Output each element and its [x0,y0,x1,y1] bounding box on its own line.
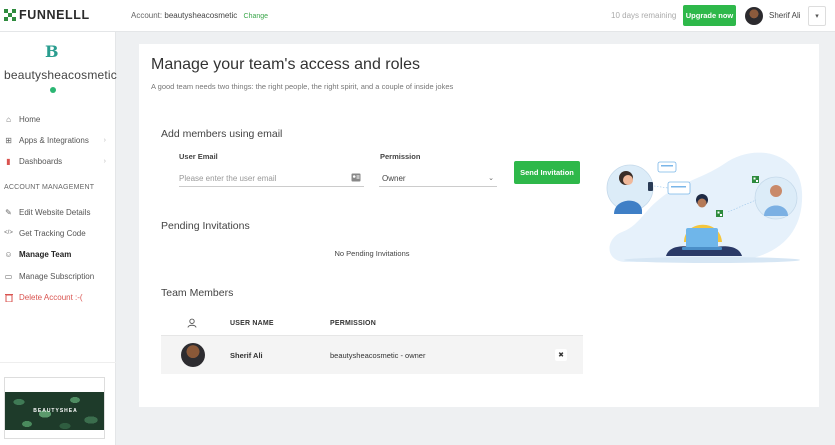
sidebar-item-edit-website-details[interactable]: ✎ Edit Website Details [4,205,112,219]
sidebar-item-label: Delete Account :-( [19,292,83,302]
preview-header [5,378,104,392]
sidebar-item-get-tracking-code[interactable]: </> Get Tracking Code [4,226,112,240]
sidebar-divider [0,362,116,363]
table-header-row: USER NAME PERMISSION [161,312,583,336]
send-invitation-button[interactable]: Send Invitation [514,161,580,184]
sidebar: B beautysheacosmetic ⌂ Home ⊞ Apps & Int… [0,32,117,445]
sidebar-item-manage-team[interactable]: ☺ Manage Team [4,247,112,261]
column-header-user-name: USER NAME [230,320,274,327]
chevron-right-icon: › [103,136,106,144]
status-dot [50,87,56,93]
team-icon: ☺ [4,249,13,259]
brand-logo-icon: B [45,42,59,61]
user-menu-dropdown[interactable]: ▾ [808,6,826,26]
team-illustration [606,152,803,263]
sidebar-item-delete-account[interactable]: Delete Account :-( [4,290,112,304]
sidebar-item-label: Edit Website Details [19,207,91,217]
table-row: Sherif Ali beautysheacosmetic - owner ✖ [161,336,583,374]
account-selector: Account: beautysheacosmetic Change [131,11,268,20]
user-email-label: User Email [179,152,218,161]
contact-card-icon[interactable] [351,173,361,184]
sidebar-item-manage-subscription[interactable]: ▭ Manage Subscription [4,269,112,283]
section-label-account-management: ACCOUNT MANAGEMENT [4,184,95,191]
home-icon: ⌂ [6,114,11,124]
team-members-table: USER NAME PERMISSION Sherif Ali beautysh… [161,312,583,374]
remove-member-icon[interactable]: ✖ [555,349,567,361]
permission-value: Owner [382,173,406,183]
preview-footer [5,430,104,438]
member-name: Sherif Ali [230,351,263,360]
pending-invitations-heading: Pending Invitations [161,220,250,232]
trial-remaining: 10 days remaining [611,11,677,20]
page-subtitle: A good team needs two things: the right … [151,82,454,91]
sidebar-item-label: Manage Subscription [19,271,95,281]
chevron-down-icon: ⌄ [488,175,494,182]
avatar[interactable] [745,7,763,25]
team-members-heading: Team Members [161,287,234,299]
user-name[interactable]: Sherif Ali [769,11,801,20]
card-icon: ▭ [4,271,13,281]
user-column-icon [187,318,197,330]
upgrade-button[interactable]: Upgrade now [683,5,736,26]
permission-select[interactable]: Owner ⌄ [379,170,497,187]
bar-chart-icon: ▮ [6,156,11,166]
permission-label: Permission [380,152,421,161]
main-card: Manage your team's access and roles A go… [139,44,819,407]
funnelll-logo[interactable]: FUNNELLL [4,8,90,22]
sidebar-item-label: Home [19,114,41,124]
logo-grid-icon [4,9,16,21]
account-name: beautysheacosmetic [164,11,238,20]
trash-icon [4,293,13,302]
top-bar: FUNNELLL Account: beautysheacosmetic Cha… [0,0,835,32]
page-title: Manage your team's access and roles [151,56,420,73]
column-header-permission: PERMISSION [330,320,376,327]
sidebar-item-label: Apps & Integrations [19,135,89,145]
preview-brand-text: BEAUTYSHEA [33,408,78,414]
website-preview-thumbnail[interactable]: BEAUTYSHEA [4,377,105,439]
sidebar-item-dashboards[interactable]: ▮ Dashboards › [4,154,112,168]
sidebar-item-apps-integrations[interactable]: ⊞ Apps & Integrations › [4,133,112,147]
code-icon: </> [4,230,13,236]
sidebar-item-label: Dashboards [19,156,63,166]
sidebar-item-label: Get Tracking Code [19,228,86,238]
site-name: beautysheacosmetic [4,68,117,82]
member-permission: beautysheacosmetic - owner [330,351,426,360]
account-label: Account: [131,11,163,20]
grid-icon: ⊞ [5,135,12,145]
no-pending-message: No Pending Invitations [334,249,410,258]
sidebar-item-label: Manage Team [19,249,72,259]
change-account-link[interactable]: Change [244,13,269,20]
add-members-heading: Add members using email [161,128,283,140]
logo-text: FUNNELLL [19,8,90,22]
avatar [181,343,205,367]
chevron-right-icon: › [103,157,106,165]
sidebar-item-home[interactable]: ⌂ Home [4,112,112,126]
email-field[interactable] [179,170,364,187]
pencil-icon: ✎ [5,207,12,217]
